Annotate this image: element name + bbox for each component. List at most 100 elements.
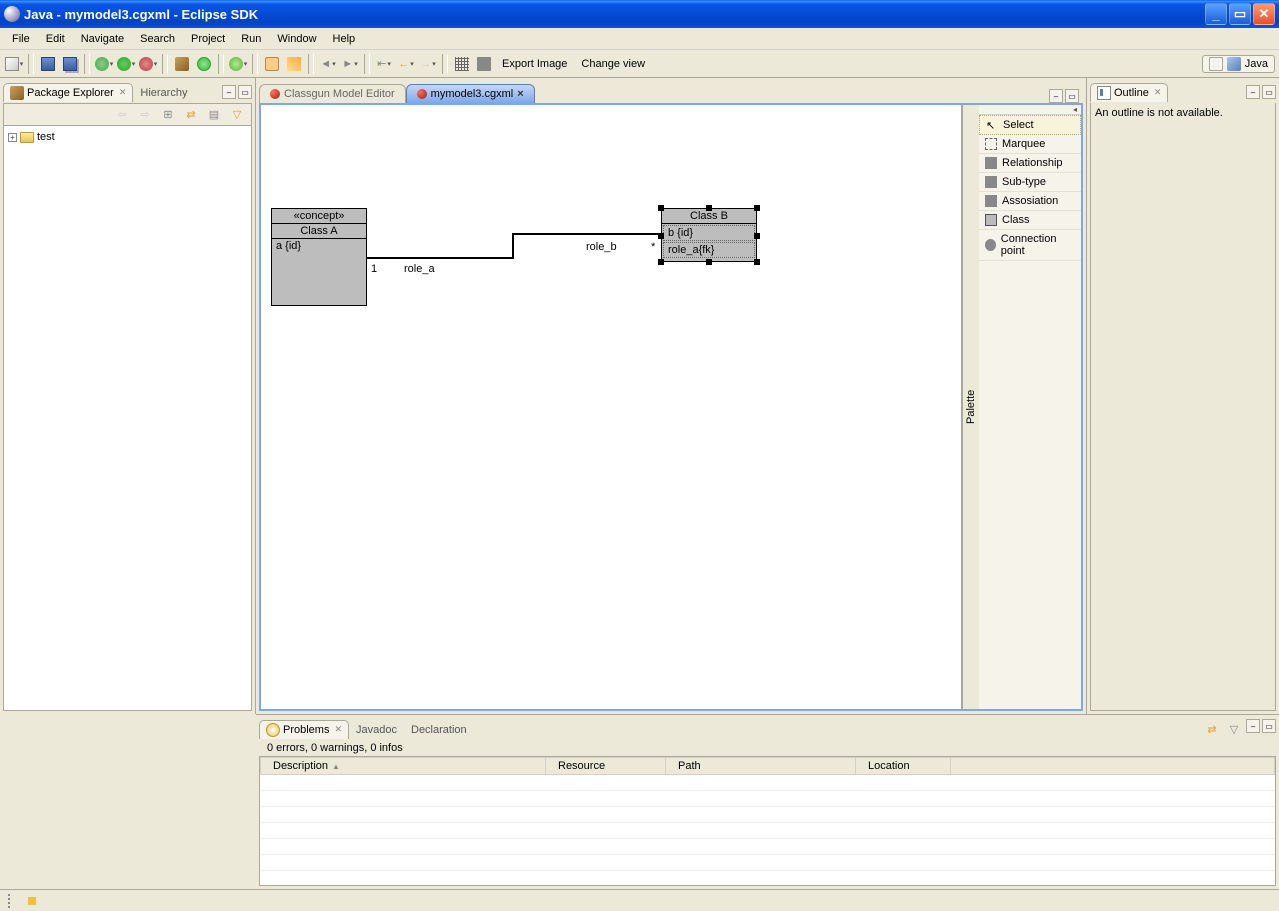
- status-bar: [0, 889, 1279, 911]
- last-edit-button[interactable]: ⇤: [374, 54, 394, 74]
- nav-prev-button[interactable]: ◄: [318, 54, 338, 74]
- relationship-line[interactable]: [512, 233, 661, 235]
- perspective-switcher[interactable]: Java: [1202, 55, 1275, 73]
- expand-icon[interactable]: +: [8, 133, 17, 142]
- palette-select[interactable]: ↖Select: [979, 115, 1081, 135]
- tab-declaration[interactable]: Declaration: [404, 721, 474, 738]
- annotate-button[interactable]: [284, 54, 304, 74]
- forward-button[interactable]: →: [418, 54, 438, 74]
- class-b-box[interactable]: Class B b {id} role_a{fk}: [661, 208, 757, 262]
- minimize-view-button[interactable]: –: [1246, 85, 1260, 99]
- close-tab-icon[interactable]: ×: [517, 88, 523, 100]
- grid-button[interactable]: [452, 54, 472, 74]
- tab-package-explorer[interactable]: Package Explorer ✕: [3, 83, 133, 102]
- menu-file[interactable]: File: [4, 31, 38, 47]
- maximize-button[interactable]: ▭: [1229, 3, 1251, 25]
- maximize-view-button[interactable]: ▭: [1262, 85, 1276, 99]
- class-a-box[interactable]: «concept» Class A a {id}: [271, 208, 367, 306]
- package-tree[interactable]: + test: [3, 125, 252, 711]
- palette-subtype[interactable]: Sub-type: [979, 173, 1081, 192]
- palette-connection-point[interactable]: Connection point: [979, 230, 1081, 261]
- external-tools-button[interactable]: [138, 54, 158, 74]
- new-java-package-button[interactable]: [172, 54, 192, 74]
- outline-view: Outline ✕ – ▭ An outline is not availabl…: [1086, 78, 1279, 714]
- palette-class[interactable]: Class: [979, 211, 1081, 230]
- tab-mymodel3[interactable]: mymodel3.cgxml ×: [406, 84, 535, 103]
- minimize-view-button[interactable]: –: [222, 85, 236, 99]
- minimize-button[interactable]: _: [1205, 3, 1227, 25]
- tree-item-test[interactable]: + test: [8, 130, 247, 144]
- status-marker-icon: [28, 897, 36, 905]
- minimize-view-button[interactable]: –: [1246, 719, 1260, 733]
- diagram-canvas[interactable]: «concept» Class A a {id} Class B b {id} …: [261, 105, 961, 709]
- close-button[interactable]: ✕: [1253, 3, 1275, 25]
- relationship-line[interactable]: [367, 257, 514, 259]
- maximize-view-button[interactable]: ▭: [238, 85, 252, 99]
- editor-icon: [417, 89, 427, 99]
- mult-right-label: *: [651, 241, 655, 253]
- table-row: [261, 775, 1275, 791]
- collapse-all-icon[interactable]: ⊞: [158, 105, 178, 125]
- link-editor-icon[interactable]: ⇄: [181, 105, 201, 125]
- problems-table[interactable]: Description▲ Resource Path Location: [259, 756, 1276, 886]
- tab-classgun-editor[interactable]: Classgun Model Editor: [259, 84, 406, 103]
- new-button[interactable]: [4, 54, 24, 74]
- tab-hierarchy[interactable]: Hierarchy: [133, 84, 194, 101]
- editor-area: Classgun Model Editor mymodel3.cgxml × –…: [256, 78, 1086, 714]
- palette-association[interactable]: Assosiation: [979, 192, 1081, 211]
- palette-marquee[interactable]: Marquee: [979, 135, 1081, 154]
- menu-help[interactable]: Help: [325, 31, 364, 47]
- back-button[interactable]: ←: [396, 54, 416, 74]
- menu-edit[interactable]: Edit: [38, 31, 73, 47]
- class-a-name: Class A: [272, 224, 366, 239]
- editor-icon: [270, 89, 280, 99]
- export-image-button[interactable]: Export Image: [496, 56, 573, 72]
- filter-icon[interactable]: ▤: [204, 105, 224, 125]
- palette-collapse-icon[interactable]: ◂: [979, 105, 1081, 115]
- association-icon: [985, 195, 997, 207]
- tab-javadoc[interactable]: Javadoc: [349, 721, 404, 738]
- subtype-icon: [985, 176, 997, 188]
- menu-run[interactable]: Run: [233, 31, 269, 47]
- minimize-editor-button[interactable]: –: [1049, 89, 1063, 103]
- nav-next-button[interactable]: ►: [340, 54, 360, 74]
- close-icon[interactable]: ✕: [1154, 87, 1162, 98]
- new-java-class-button[interactable]: [194, 54, 214, 74]
- save-button[interactable]: [38, 54, 58, 74]
- view-menu-icon[interactable]: ▽: [227, 105, 247, 125]
- maximize-view-button[interactable]: ▭: [1262, 719, 1276, 733]
- filter-icon[interactable]: ⇄: [1202, 719, 1222, 739]
- close-icon[interactable]: ✕: [334, 724, 342, 735]
- debug-button[interactable]: [94, 54, 114, 74]
- search-button[interactable]: [262, 54, 282, 74]
- maximize-editor-button[interactable]: ▭: [1065, 89, 1079, 103]
- class-b-name: Class B: [662, 209, 756, 224]
- palette-tab[interactable]: Palette: [962, 105, 979, 709]
- col-extra[interactable]: [951, 758, 1275, 775]
- view-menu-icon[interactable]: ▽: [1224, 719, 1244, 739]
- relationship-line[interactable]: [512, 233, 514, 259]
- col-path[interactable]: Path: [666, 758, 856, 775]
- open-type-button[interactable]: [228, 54, 248, 74]
- close-icon[interactable]: ✕: [119, 87, 127, 98]
- col-location[interactable]: Location: [856, 758, 951, 775]
- palette-relationship[interactable]: Relationship: [979, 154, 1081, 173]
- tab-outline[interactable]: Outline ✕: [1090, 83, 1168, 102]
- run-button[interactable]: [116, 54, 136, 74]
- change-view-button[interactable]: Change view: [575, 56, 651, 72]
- role-b-label: role_b: [586, 241, 617, 253]
- forward-icon[interactable]: ⇨: [135, 105, 155, 125]
- col-resource[interactable]: Resource: [546, 758, 666, 775]
- save-all-button[interactable]: [60, 54, 80, 74]
- col-description[interactable]: Description▲: [261, 758, 546, 775]
- menu-window[interactable]: Window: [269, 31, 324, 47]
- menu-navigate[interactable]: Navigate: [73, 31, 132, 47]
- menu-project[interactable]: Project: [183, 31, 233, 47]
- menu-search[interactable]: Search: [132, 31, 183, 47]
- problems-summary: 0 errors, 0 warnings, 0 infos: [259, 740, 1276, 756]
- main-toolbar: ◄ ► ⇤ ← → Export Image Change view Java: [0, 50, 1279, 78]
- table-row: [261, 855, 1275, 871]
- back-icon[interactable]: ⇦: [112, 105, 132, 125]
- outline-icon: [1097, 86, 1111, 100]
- snap-button[interactable]: [474, 54, 494, 74]
